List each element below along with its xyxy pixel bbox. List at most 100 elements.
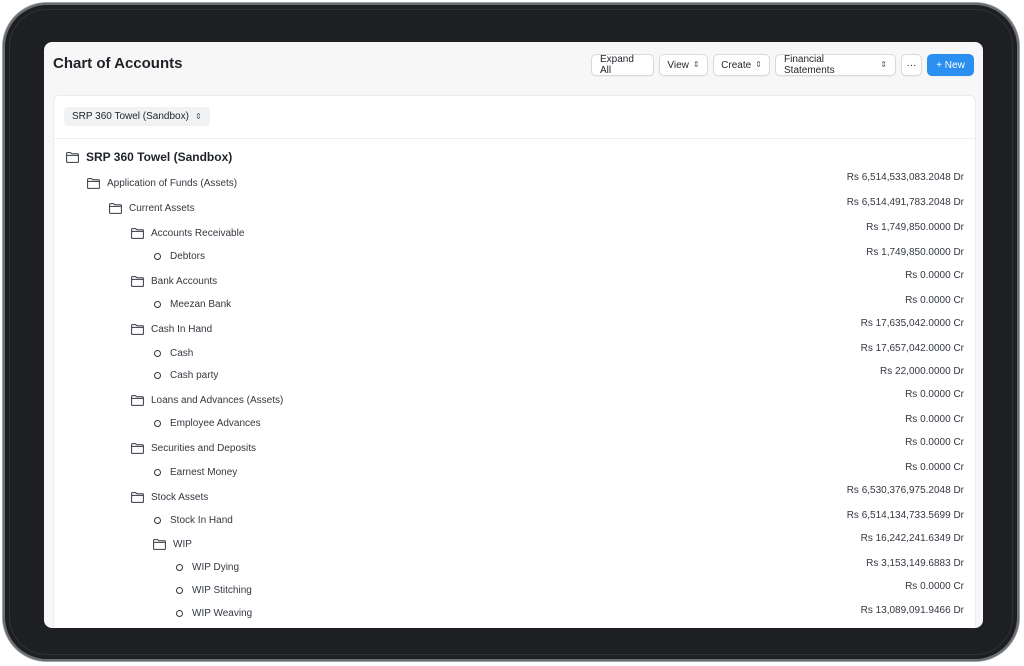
account-label: Current Assets: [129, 202, 195, 214]
account-balance: Rs 17,657,042.0000 Cr: [860, 343, 964, 354]
new-label: + New: [936, 59, 965, 71]
tree-account-row[interactable]: Earnest Money: [151, 464, 237, 480]
account-balance: Rs 6,530,376,975.2048 Dr: [846, 485, 964, 496]
updown-chevron-icon: ⇕: [755, 60, 762, 69]
tree-root[interactable]: SRP 360 Towel (Sandbox): [66, 149, 232, 165]
circle-bullet-icon: [176, 586, 183, 594]
account-label: Debtors: [170, 250, 206, 262]
tree-group-row[interactable]: Application of Funds (Assets): [87, 175, 237, 191]
account-balance: Rs 0.0000 Cr: [905, 437, 964, 448]
folder-icon: [66, 151, 79, 163]
circle-bullet-icon: [154, 516, 161, 524]
account-label: Loans and Advances (Assets): [151, 394, 284, 406]
page-title: Chart of Accounts: [53, 55, 183, 72]
tablet-frame: Chart of Accounts Expand All View ⇕ Crea…: [3, 3, 1019, 661]
folder-icon: [131, 491, 144, 503]
account-label: Stock Assets: [151, 491, 209, 503]
account-balance: Rs 17,635,042.0000 Cr: [860, 318, 964, 329]
circle-bullet-icon: [154, 300, 161, 308]
account-balance: Rs 6,514,491,783.2048 Dr: [846, 197, 964, 208]
account-balance: Rs 0.0000 Cr: [905, 295, 964, 306]
tree-account-row[interactable]: WIP Dying: [173, 559, 239, 575]
company-select-value: SRP 360 Towel (Sandbox): [72, 111, 189, 122]
folder-icon: [131, 227, 144, 239]
tree-group-row[interactable]: Accounts Receivable: [131, 225, 244, 241]
new-account-button[interactable]: + New: [927, 54, 974, 76]
folder-icon: [87, 177, 100, 189]
updown-chevron-icon: ⇕: [692, 60, 700, 69]
financial-statements-label: Financial Statements: [784, 54, 835, 76]
create-dropdown-button[interactable]: Create ⇕: [713, 54, 770, 76]
tree-account-row[interactable]: Cash: [151, 345, 193, 361]
account-balance: Rs 1,749,850.0000 Dr: [866, 222, 964, 233]
tree-group-row[interactable]: Bank Accounts: [131, 273, 217, 289]
divider: [54, 138, 975, 139]
tree-group-row[interactable]: Stock Assets: [131, 489, 208, 505]
account-label: Cash In Hand: [151, 323, 213, 335]
account-label: Meezan Bank: [170, 298, 232, 310]
tree-group-row[interactable]: Cash In Hand: [131, 321, 212, 337]
tree-group-row[interactable]: Current Assets: [109, 200, 195, 216]
tree-account-row[interactable]: WIP Stitching: [173, 582, 252, 598]
tree-account-row[interactable]: WIP Weaving: [173, 605, 252, 621]
folder-icon: [131, 323, 144, 335]
account-balance: Rs 22,000.0000 Dr: [880, 366, 964, 377]
folder-icon: [131, 394, 144, 406]
account-balance: Rs 0.0000 Cr: [905, 462, 964, 473]
updown-chevron-icon: ⇕: [880, 60, 887, 69]
account-balance: Rs 0.0000 Cr: [905, 389, 964, 400]
circle-bullet-icon: [154, 468, 161, 476]
expand-all-label: Expand All: [600, 54, 634, 76]
tree-root-label: SRP 360 Towel (Sandbox): [86, 150, 233, 164]
account-balance: Rs 6,514,533,083.2048 Dr: [846, 172, 964, 183]
circle-bullet-icon: [154, 252, 161, 260]
account-balance: Rs 13,089,091.9466 Dr: [860, 605, 964, 616]
account-balance: Rs 1,749,850.0000 Dr: [866, 247, 964, 258]
account-balance: Rs 0.0000 Cr: [905, 581, 964, 592]
create-label: Create: [721, 59, 752, 71]
tree-account-row[interactable]: Debtors: [151, 248, 205, 264]
folder-icon: [109, 202, 122, 214]
account-balance: Rs 3,153,149.6883 Dr: [866, 558, 964, 569]
financial-statements-dropdown-button[interactable]: Financial Statements ⇕: [775, 54, 896, 76]
folder-icon: [131, 275, 144, 287]
view-dropdown-button[interactable]: View ⇕: [659, 54, 708, 76]
ellipsis-icon: ···: [906, 59, 917, 71]
account-label: WIP Stitching: [192, 584, 252, 596]
account-label: Bank Accounts: [151, 275, 218, 287]
circle-bullet-icon: [176, 609, 183, 617]
account-label: WIP: [173, 538, 192, 550]
account-label: Employee Advances: [170, 417, 261, 429]
account-label: Stock In Hand: [170, 514, 233, 526]
tree-group-row[interactable]: Securities and Deposits: [131, 440, 256, 456]
more-actions-button[interactable]: ···: [901, 54, 922, 76]
updown-chevron-icon: ⇕: [194, 111, 202, 121]
account-balance: Rs 0.0000 Cr: [905, 270, 964, 281]
account-label: Cash: [170, 347, 194, 359]
account-label: WIP Dying: [192, 561, 240, 573]
account-balance: Rs 16,242,241.6349 Dr: [860, 533, 964, 544]
account-label: Cash party: [170, 369, 219, 381]
circle-bullet-icon: [154, 349, 161, 357]
account-label: WIP Weaving: [192, 607, 253, 619]
account-label: Securities and Deposits: [151, 442, 257, 454]
tree-account-row[interactable]: Meezan Bank: [151, 296, 231, 312]
account-balance: Rs 0.0000 Cr: [905, 414, 964, 425]
expand-all-button[interactable]: Expand All: [591, 54, 654, 76]
tree-group-row[interactable]: Loans and Advances (Assets): [131, 392, 283, 408]
tree-account-row[interactable]: Employee Advances: [151, 415, 261, 431]
account-label: Application of Funds (Assets): [107, 177, 238, 189]
circle-bullet-icon: [154, 371, 161, 379]
folder-icon: [131, 442, 144, 454]
company-select[interactable]: SRP 360 Towel (Sandbox) ⇕: [64, 107, 210, 126]
page-header: Chart of Accounts Expand All View ⇕ Crea…: [44, 42, 983, 88]
app-screen: Chart of Accounts Expand All View ⇕ Crea…: [44, 42, 983, 628]
circle-bullet-icon: [154, 419, 161, 427]
accounts-tree-card: SRP 360 Towel (Sandbox) ⇕ SRP 360 Towel …: [53, 95, 976, 628]
tree-account-row[interactable]: Cash party: [151, 367, 218, 383]
account-label: Accounts Receivable: [151, 227, 245, 239]
folder-icon: [153, 538, 166, 550]
tree-group-row[interactable]: WIP: [153, 536, 192, 552]
tree-account-row[interactable]: Stock In Hand: [151, 512, 233, 528]
view-label: View: [667, 59, 689, 71]
